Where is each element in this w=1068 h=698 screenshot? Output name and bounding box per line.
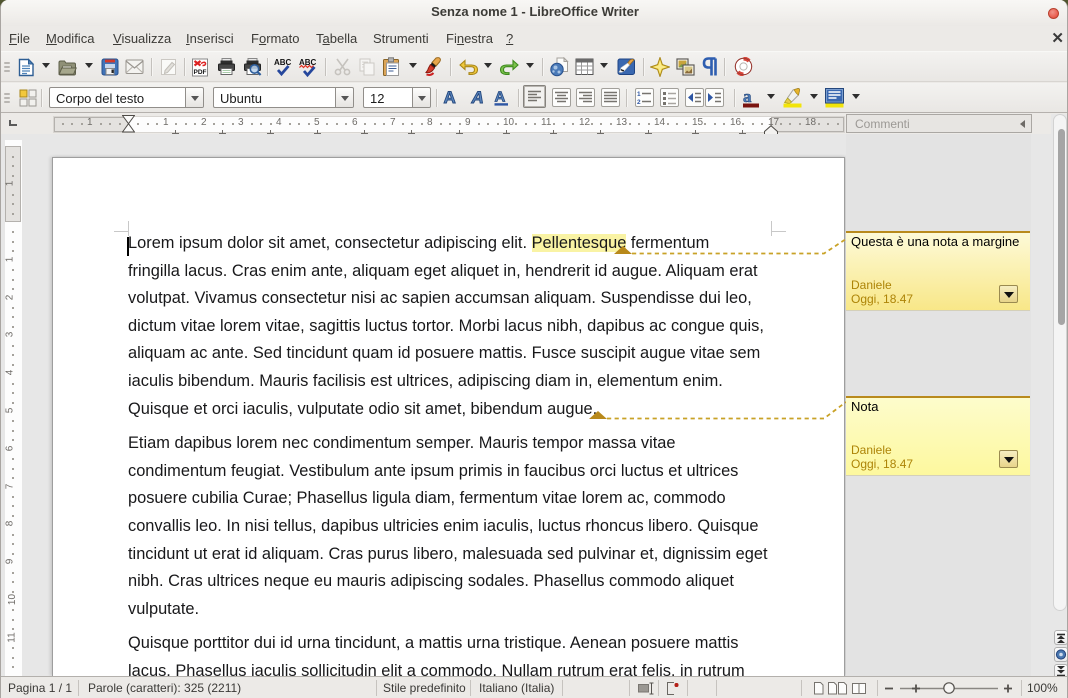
svg-text:A: A xyxy=(444,88,456,106)
svg-text:2: 2 xyxy=(637,99,641,106)
svg-text:ABC: ABC xyxy=(274,58,292,67)
svg-text:1: 1 xyxy=(637,91,641,98)
svg-text:A: A xyxy=(471,88,484,106)
svg-text:A: A xyxy=(495,89,506,106)
svg-text:PDF: PDF xyxy=(194,69,207,76)
svg-text:a: a xyxy=(743,88,752,106)
